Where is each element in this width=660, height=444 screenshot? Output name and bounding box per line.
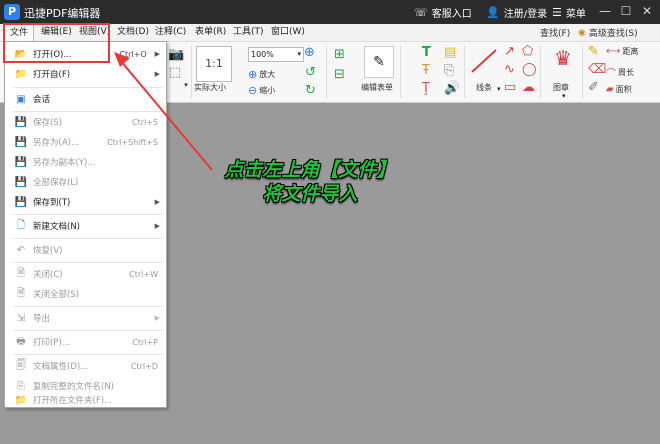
- annotation-text: 点击左上角【文件】 将文件导入: [195, 158, 425, 206]
- annotation-arrow: [114, 52, 213, 171]
- annotation-line-2: 将文件导入: [262, 183, 358, 205]
- annotation-line-1: 点击左上角【文件】: [224, 159, 396, 181]
